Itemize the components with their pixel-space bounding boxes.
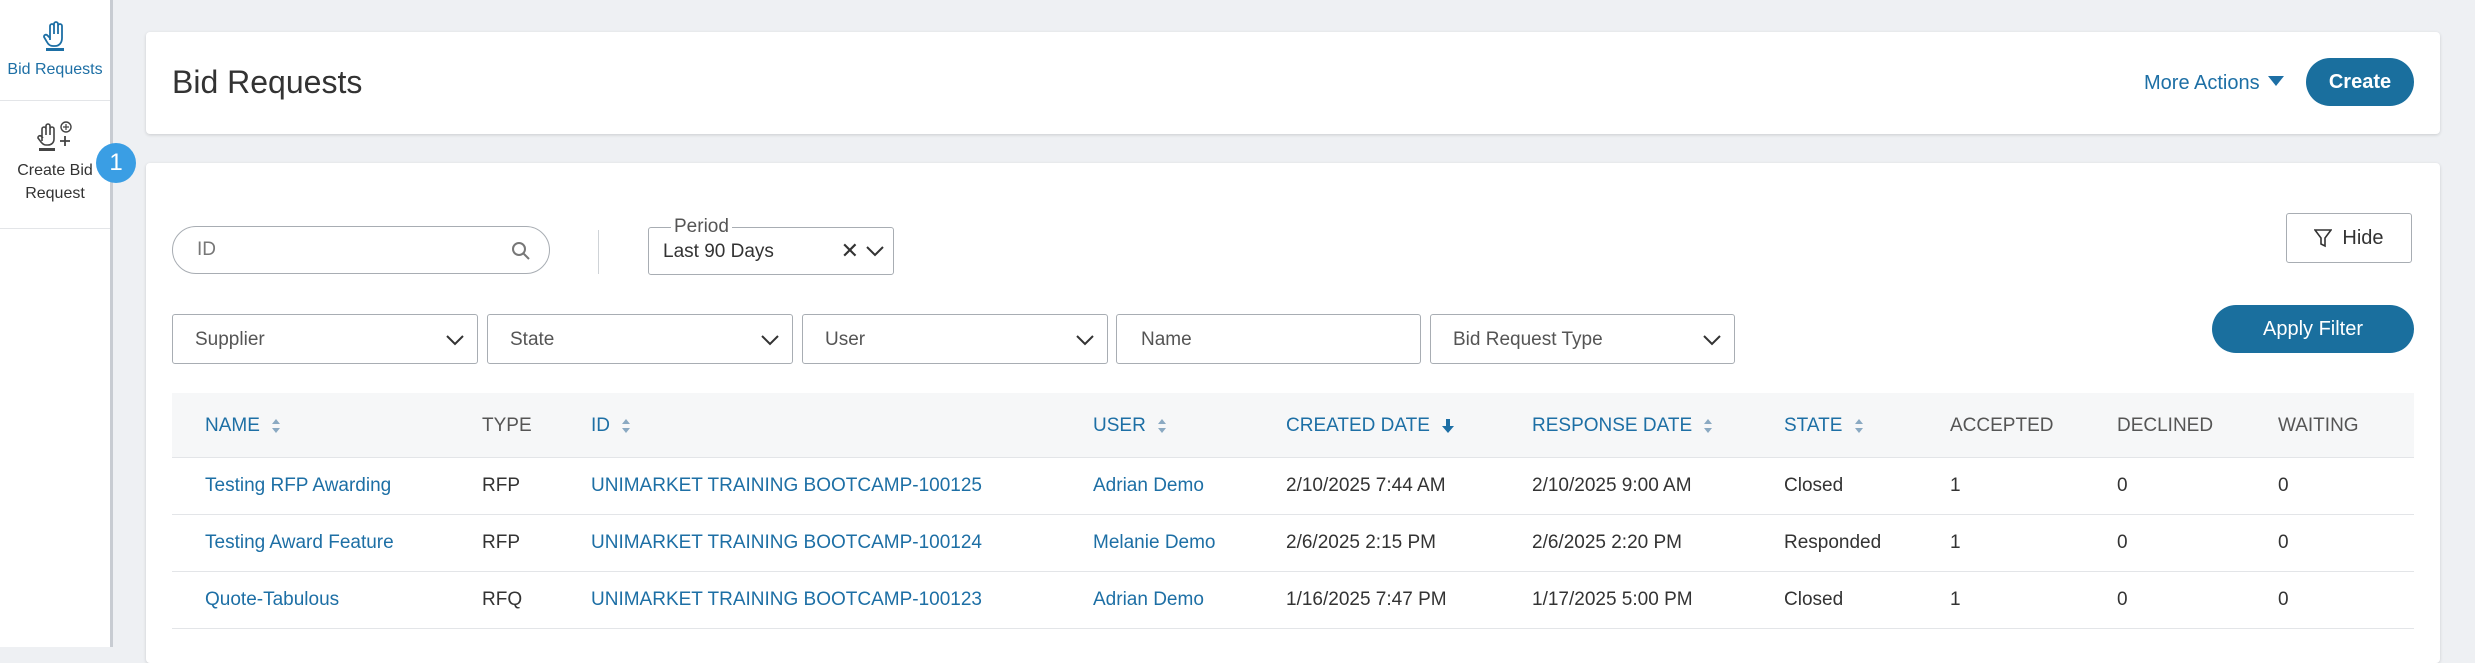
accepted-cell: 1: [1950, 589, 1961, 610]
created-date-cell: 2/10/2025 7:44 AM: [1286, 475, 1446, 496]
sidebar-item-bid-requests[interactable]: Bid Requests: [0, 0, 110, 101]
sort-icon: [272, 418, 281, 433]
name-input[interactable]: [1139, 328, 1393, 352]
sidebar: Bid Requests Create Bid Request: [0, 0, 113, 647]
state-cell: Responded: [1784, 532, 1882, 553]
bid-request-name-link[interactable]: Quote-Tabulous: [205, 589, 339, 611]
step-badge: 1: [96, 143, 136, 183]
column-header-label: USER: [1093, 415, 1146, 436]
user-link[interactable]: Adrian Demo: [1093, 475, 1204, 497]
sidebar-item-label: Create Bid Request: [17, 162, 93, 202]
user-select[interactable]: User: [802, 314, 1108, 364]
apply-filter-button[interactable]: Apply Filter: [2212, 305, 2414, 353]
sort-icon: [1704, 418, 1713, 433]
create-bid-icon: [37, 121, 72, 151]
table-row: Testing RFP Awarding RFP UNIMARKET TRAIN…: [172, 458, 2414, 515]
sidebar-item-create-bid-request[interactable]: Create Bid Request: [0, 101, 110, 229]
id-search-input[interactable]: [195, 238, 499, 262]
declined-cell: 0: [2117, 589, 2128, 610]
clear-icon[interactable]: ✕: [841, 238, 859, 264]
sort-icon: [622, 418, 631, 433]
accepted-cell: 1: [1950, 532, 1961, 553]
period-label: Period: [671, 216, 732, 238]
more-actions-dropdown[interactable]: More Actions: [2144, 72, 2284, 95]
response-date-cell: 1/17/2025 5:00 PM: [1532, 589, 1693, 610]
column-header-declined: DECLINED: [2117, 415, 2214, 436]
waiting-cell: 0: [2278, 532, 2289, 553]
declined-cell: 0: [2117, 475, 2128, 496]
chevron-down-icon: [1076, 335, 1094, 346]
bid-requests-table: NAME TYPE ID USER CREATED DATE RESPONSE …: [172, 393, 2414, 629]
bid-requests-panel: Period Last 90 Days ✕ Hide Apply Filter …: [146, 163, 2440, 663]
bid-request-type-label: Bid Request Type: [1453, 329, 1603, 350]
period-select[interactable]: Period Last 90 Days ✕: [648, 216, 894, 275]
column-header-label: ID: [591, 415, 610, 436]
chevron-down-icon: [446, 335, 464, 346]
user-link[interactable]: Melanie Demo: [1093, 532, 1216, 554]
sort-icon: [1158, 418, 1167, 433]
state-select[interactable]: State: [487, 314, 793, 364]
bid-request-name-link[interactable]: Testing RFP Awarding: [205, 475, 391, 497]
chevron-down-icon: [1703, 335, 1721, 346]
table-row: Testing Award Feature RFP UNIMARKET TRAI…: [172, 515, 2414, 572]
column-header-label: CREATED DATE: [1286, 415, 1430, 436]
chevron-down-icon: [866, 246, 884, 257]
created-date-cell: 2/6/2025 2:15 PM: [1286, 532, 1436, 553]
bid-request-id-link[interactable]: UNIMARKET TRAINING BOOTCAMP-100125: [591, 475, 982, 497]
name-field: [1116, 314, 1421, 364]
supplier-select[interactable]: Supplier: [172, 314, 478, 364]
chevron-down-icon: [761, 335, 779, 346]
hand-icon: [43, 21, 64, 51]
column-header-accepted: ACCEPTED: [1950, 415, 2054, 436]
divider: [598, 230, 599, 274]
column-header-label: RESPONSE DATE: [1532, 415, 1693, 436]
hide-filters-button[interactable]: Hide: [2286, 213, 2412, 263]
caret-down-icon: [2267, 75, 2284, 86]
response-date-cell: 2/10/2025 9:00 AM: [1532, 475, 1692, 496]
period-value: Last 90 Days: [663, 241, 774, 262]
declined-cell: 0: [2117, 532, 2128, 553]
column-header-id[interactable]: ID: [591, 415, 631, 437]
type-cell: RFQ: [482, 589, 523, 610]
user-label: User: [825, 329, 866, 350]
filter-icon: [2314, 229, 2333, 248]
page-header: Bid Requests More Actions Create: [146, 32, 2440, 134]
id-search: [172, 226, 550, 274]
column-header-label: NAME: [205, 415, 260, 436]
hide-label: Hide: [2342, 226, 2384, 249]
user-link[interactable]: Adrian Demo: [1093, 589, 1204, 611]
bid-request-name-link[interactable]: Testing Award Feature: [205, 532, 394, 554]
sidebar-item-label: Bid Requests: [7, 61, 103, 78]
bid-request-id-link[interactable]: UNIMARKET TRAINING BOOTCAMP-100123: [591, 589, 982, 611]
column-header-type: TYPE: [482, 415, 532, 436]
type-cell: RFP: [482, 532, 520, 553]
more-actions-label: More Actions: [2144, 72, 2260, 94]
bid-request-type-select[interactable]: Bid Request Type: [1430, 314, 1735, 364]
column-header-created-date[interactable]: CREATED DATE: [1286, 415, 1455, 437]
bid-request-id-link[interactable]: UNIMARKET TRAINING BOOTCAMP-100124: [591, 532, 982, 554]
created-date-cell: 1/16/2025 7:47 PM: [1286, 589, 1447, 610]
column-header-user[interactable]: USER: [1093, 415, 1167, 437]
table-row: Quote-Tabulous RFQ UNIMARKET TRAINING BO…: [172, 572, 2414, 629]
search-icon: [512, 242, 530, 260]
waiting-cell: 0: [2278, 589, 2289, 610]
table-header: NAME TYPE ID USER CREATED DATE RESPONSE …: [172, 393, 2414, 458]
state-cell: Closed: [1784, 589, 1844, 610]
sort-descending-icon: [1442, 418, 1455, 433]
type-cell: RFP: [482, 475, 520, 496]
create-button[interactable]: Create: [2306, 58, 2414, 106]
state-label: State: [510, 329, 555, 350]
accepted-cell: 1: [1950, 475, 1961, 496]
sort-icon: [1854, 418, 1863, 433]
column-header-name[interactable]: NAME: [205, 415, 281, 437]
column-header-waiting: WAITING: [2278, 415, 2359, 436]
supplier-label: Supplier: [195, 329, 265, 350]
waiting-cell: 0: [2278, 475, 2289, 496]
column-header-label: STATE: [1784, 415, 1843, 436]
column-header-state[interactable]: STATE: [1784, 415, 1864, 437]
response-date-cell: 2/6/2025 2:20 PM: [1532, 532, 1682, 553]
page-title: Bid Requests: [172, 64, 363, 100]
state-cell: Closed: [1784, 475, 1844, 496]
column-header-response-date[interactable]: RESPONSE DATE: [1532, 415, 1713, 437]
